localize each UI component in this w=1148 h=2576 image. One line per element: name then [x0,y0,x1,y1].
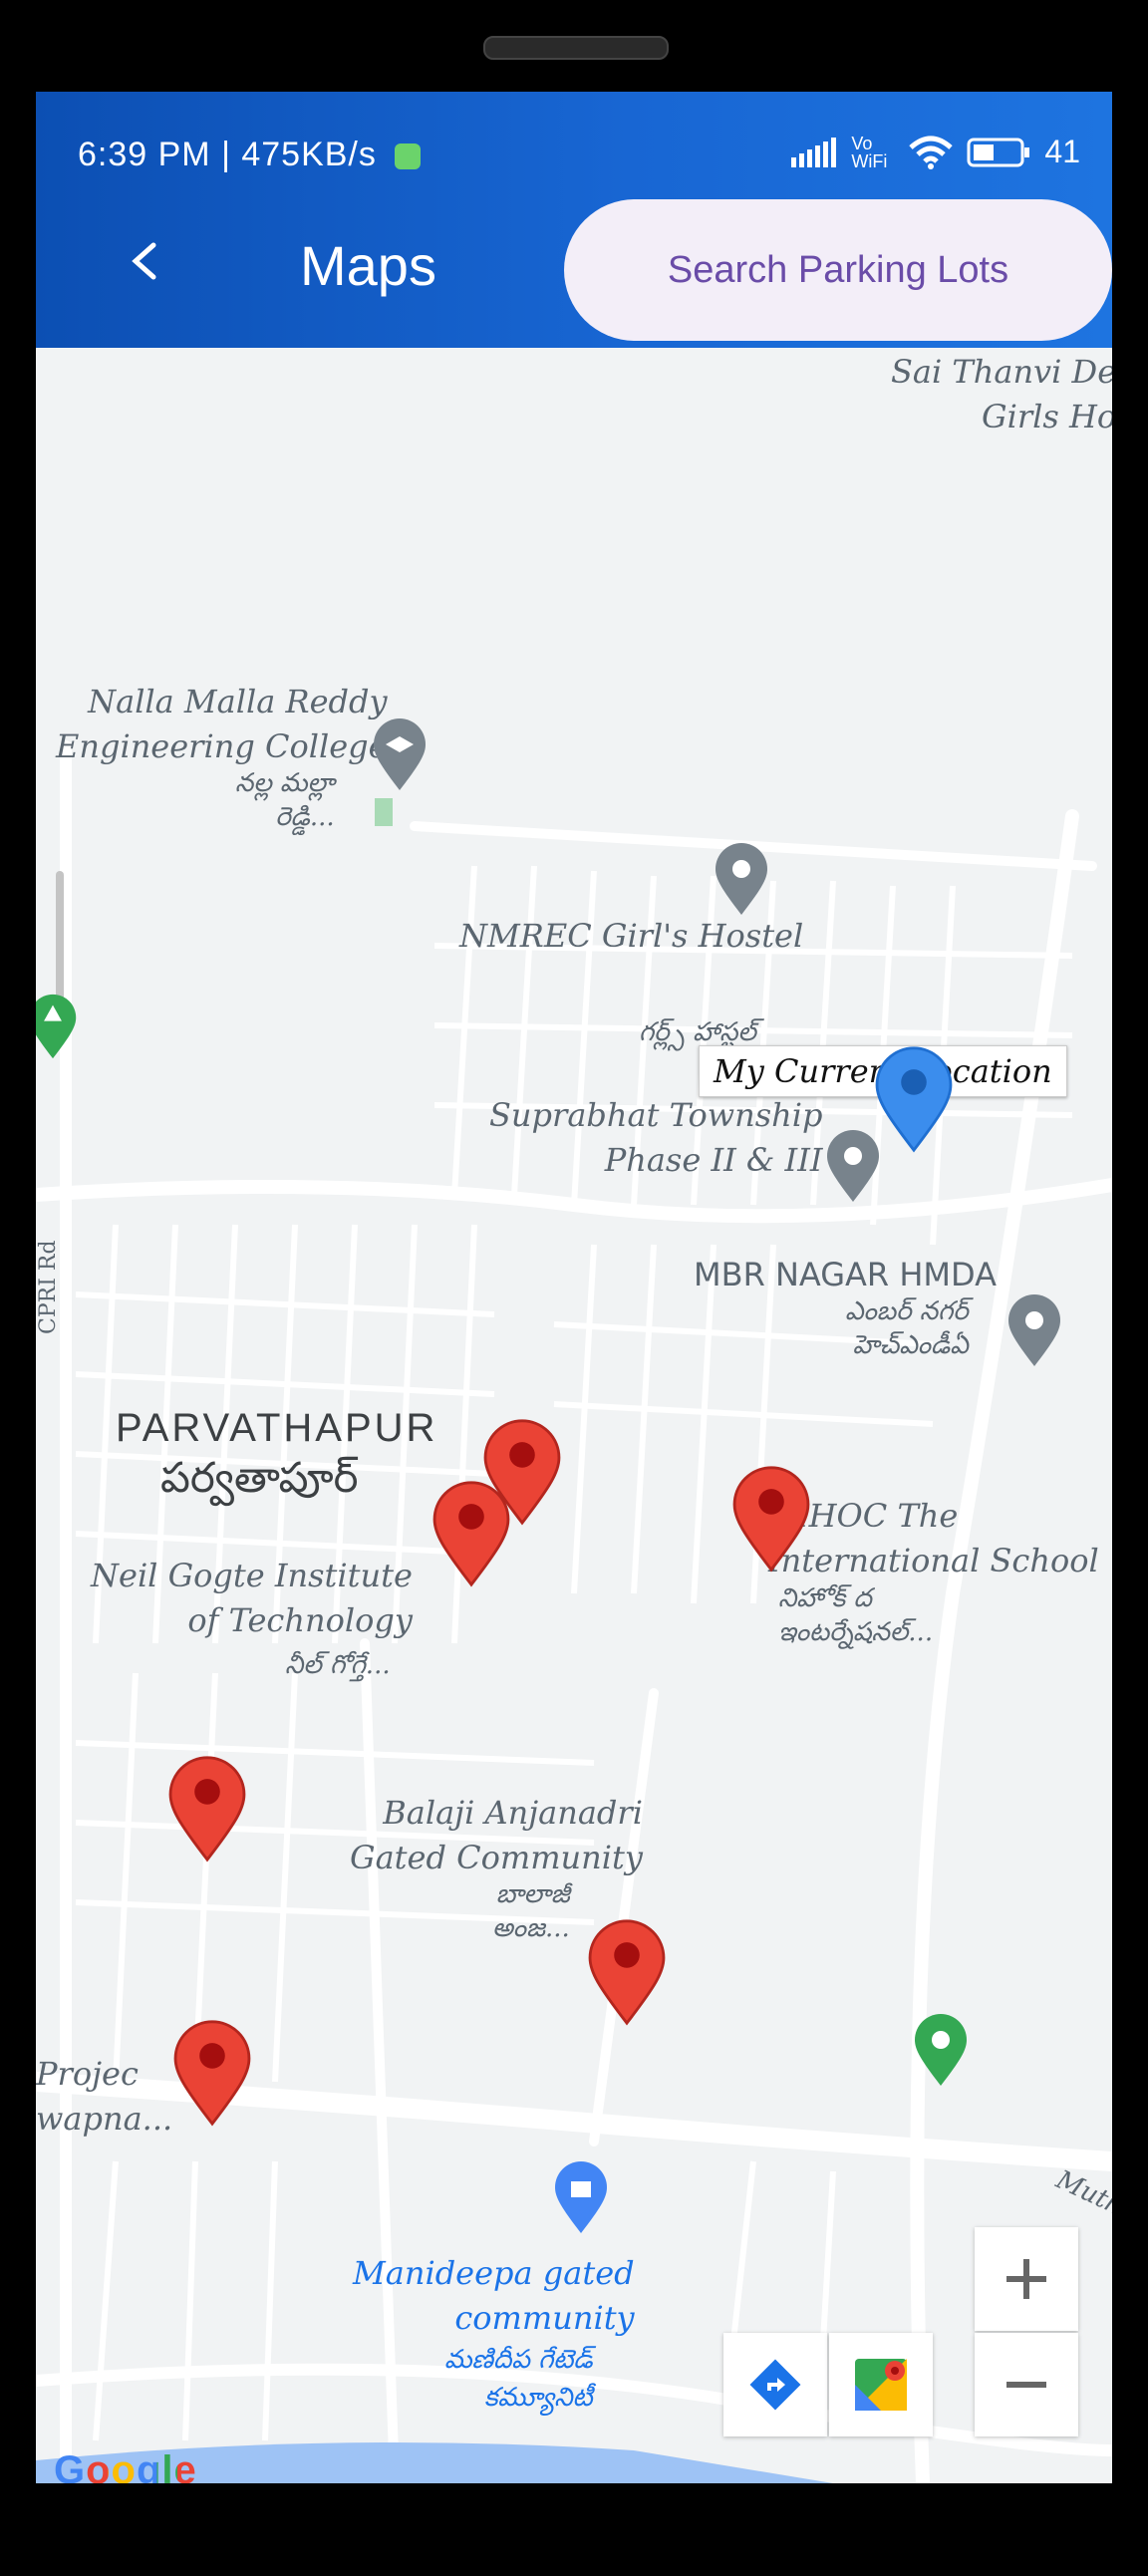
back-arrow-icon[interactable] [126,241,165,281]
place-mbr-te: ఎంబర్ నగర్ హెచ్ఎండీఏ [845,1296,969,1360]
notification-icon [395,143,422,170]
place-sai-thanvi: Sai Thanvi De Girls Ho [891,353,1112,435]
phone-frame: 6:39 PM | 475KB/s Vo WiFi 41 Maps Search… [0,0,1148,2576]
status-bar-right: Vo WiFi 41 [791,134,1080,170]
place-manideepa: Manideepa gated community [353,2254,635,2337]
app-bar: 6:39 PM | 475KB/s Vo WiFi 41 Maps Search… [36,92,1112,348]
parking-marker[interactable] [167,1755,247,1862]
status-time-speed: 6:39 PM | 475KB/s [78,136,377,173]
google-attribution: Google [54,2448,197,2483]
place-parvathapur: PARVATHAPUR [116,1406,438,1450]
parking-marker[interactable] [431,1480,511,1587]
app-screen: 6:39 PM | 475KB/s Vo WiFi 41 Maps Search… [36,92,1112,2483]
place-project: Projec wapna... [36,2055,173,2138]
place-parvathapur-te: పర్వతాపూర్ [160,1454,359,1501]
place-nihoc: NIHOC The International School [768,1497,1099,1579]
wifi-icon [909,136,954,169]
current-location-marker[interactable] [874,1045,954,1153]
open-in-maps-button[interactable] [829,2333,933,2436]
directions-icon [749,2359,801,2411]
plus-icon [1006,2259,1046,2299]
parking-marker[interactable] [731,1465,811,1573]
zoom-in-button[interactable] [975,2227,1078,2331]
place-balaji: Balaji Anjanadri Gated Community [350,1794,643,1876]
road-cpri: CPRI Rd [36,1240,61,1334]
poi-township-icon[interactable] [825,1128,881,1204]
search-parking-lots-button[interactable]: Search Parking Lots [564,199,1112,341]
map-view[interactable]: Sai Thanvi De Girls Ho Nalla Malla Reddy… [36,348,1112,2483]
earpiece-speaker [483,36,669,60]
signal-icon [791,137,837,167]
place-mbr: MBR NAGAR HMDA [694,1256,997,1293]
battery-percent: 41 [1044,134,1080,169]
vowifi-label: Vo WiFi [851,133,888,171]
parking-marker[interactable] [587,1918,667,2026]
poi-mbr-icon[interactable] [1006,1292,1062,1368]
directions-button[interactable] [723,2333,827,2436]
place-suprabhat: Suprabhat Township Phase II & III [489,1096,823,1179]
place-nalla-malla: Nalla Malla Reddy Engineering College [56,683,388,765]
poi-shopping-icon[interactable] [553,2159,609,2235]
place-nalla-malla-te: నల్ల మల్లా రెడ్డి... [235,768,335,832]
battery-icon [967,138,1030,166]
bottom-bezel [0,2483,1148,2576]
status-bar-left: 6:39 PM | 475KB/s [78,136,422,174]
minus-icon [1006,2382,1046,2388]
place-nihoc-te: నిహోక్ ద ఇంటర్నేషనల్... [778,1583,934,1647]
place-neil-gogte: Neil Gogte Institute of Technology [91,1557,413,1639]
google-maps-icon [855,2359,907,2411]
poi-green-icon[interactable] [913,2012,969,2088]
poi-park-icon[interactable] [36,991,78,1062]
zoom-out-button[interactable] [975,2333,1078,2436]
page-title: Maps [300,234,436,297]
place-balaji-te: బాలాజీ అంజ... [492,1879,570,1943]
parking-marker[interactable] [172,2019,252,2127]
poi-hostel-icon[interactable] [714,841,769,917]
place-neil-gogte-te: నీల్ గోగ్తే... [285,1650,391,1680]
place-nmrec: NMREC Girl's Hostel [459,917,804,955]
poi-college-icon[interactable] [372,716,428,792]
place-manideepa-te: మణిదీప గేటెడ్ కమ్యూనిటీ [444,2345,593,2413]
